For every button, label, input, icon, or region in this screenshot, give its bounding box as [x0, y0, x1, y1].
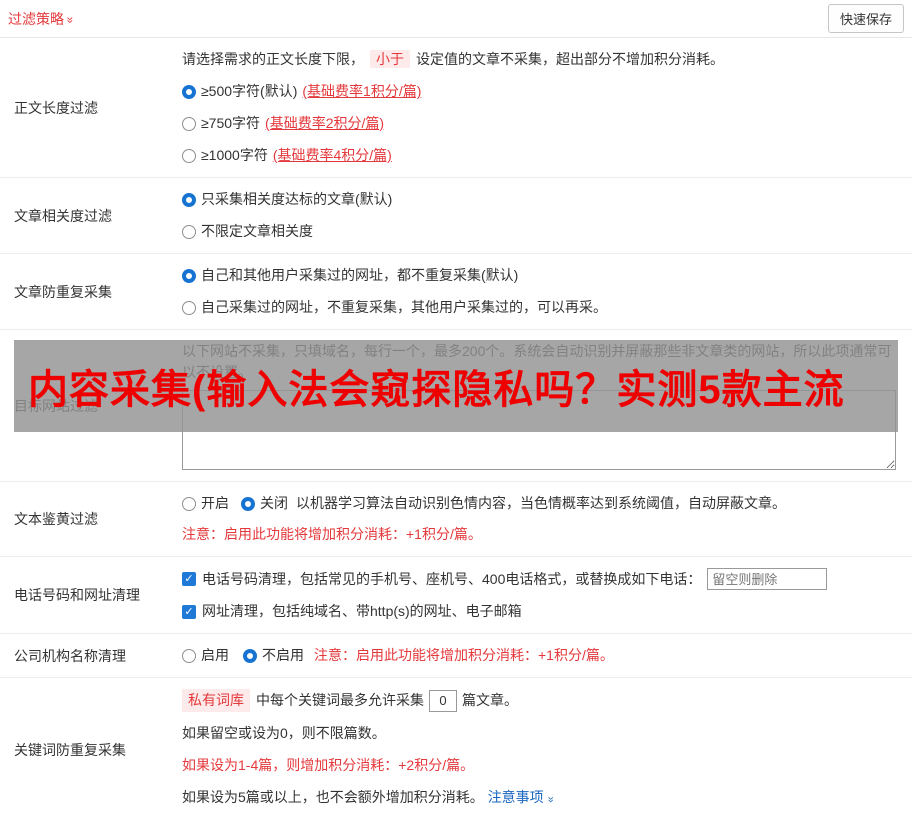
row-content: ✓ 电话号码清理，包括常见的手机号、座机号、400电话格式，或替换成如下电话： … [168, 557, 912, 633]
porn-filter-cost-note: 注意：启用此功能将增加积分消耗：+1积分/篇。 [182, 526, 482, 542]
radio-relevance-strict[interactable] [182, 192, 196, 207]
radio-1000-chars[interactable] [182, 148, 196, 163]
length-option-1000[interactable]: ≥1000字符 (基础费率4积分/篇) [182, 145, 896, 166]
row-label: 正文长度过滤 [14, 99, 98, 116]
radio-dedupe-global[interactable] [182, 268, 196, 283]
notice-link[interactable]: 注意事项» [488, 789, 557, 805]
filter-strategy-page: 过滤策略» 快速保存 正文长度过滤 请选择需求的正文长度下限， 小于 设定值的文章不… [0, 0, 912, 821]
keyword-note-five: 如果设为5篇或以上，也不会额外增加积分消耗。 注意事项» [182, 787, 896, 810]
radio-relevance-any[interactable] [182, 224, 196, 239]
quick-save-button[interactable]: 快速保存 [827, 4, 904, 33]
relevance-option-strict[interactable]: 只采集相关度达标的文章(默认) [182, 189, 896, 210]
option-label: 网址清理，包括纯域名、带http(s)的网址、电子邮箱 [202, 603, 522, 619]
keyword-note-cost: 如果设为1-4篇，则增加积分消耗：+2积分/篇。 [182, 757, 475, 773]
page-title-text: 过滤策略 [8, 10, 64, 27]
row-label: 文本鉴黄过滤 [14, 511, 98, 527]
option-label[interactable]: 关闭 [260, 493, 288, 514]
dedupe-option-self[interactable]: 自己采集过的网址，不重复采集，其他用户采集过的，可以再采。 [182, 297, 896, 318]
option-label: 自己和其他用户采集过的网址，都不重复采集(默认) [201, 267, 519, 283]
row-content: 请选择需求的正文长度下限， 小于 设定值的文章不采集，超出部分不增加积分消耗。 ≥5… [168, 38, 912, 177]
row-body-length-filter: 正文长度过滤 请选择需求的正文长度下限， 小于 设定值的文章不采集，超出部分不增加积… [0, 38, 912, 178]
row-dedupe-collection: 文章防重复采集 自己和其他用户采集过的网址，都不重复采集(默认) 自己采集过的网… [0, 254, 912, 330]
option-label[interactable]: 不启用 [262, 645, 304, 666]
radio-750-chars[interactable] [182, 116, 196, 131]
option-label: 自己采集过的网址，不重复采集，其他用户采集过的，可以再采。 [201, 299, 607, 315]
row-label: 电话号码和网址清理 [14, 587, 140, 603]
option-label: 只采集相关度达标的文章(默认) [201, 191, 393, 207]
url-cleanup-option: ✓ 网址清理，包括纯域名、带http(s)的网址、电子邮箱 [182, 601, 896, 622]
row-phone-url-cleanup: 电话号码和网址清理 ✓ 电话号码清理，包括常见的手机号、座机号、400电话格式，… [0, 557, 912, 634]
row-porn-filter: 文本鉴黄过滤 开启 关闭 以机器学习算法自动识别色情内容，当色情概率达到系统阈值… [0, 482, 912, 557]
keyword-note-zero: 如果留空或设为0，则不限篇数。 [182, 725, 386, 741]
row-keyword-dedupe: 关键词防重复采集 私有词库 中每个关键词最多允许采集 篇文章。 如果留空或设为0… [0, 678, 912, 821]
option-label: ≥500字符(默认) [201, 83, 298, 99]
radio-dedupe-self[interactable] [182, 300, 196, 315]
option-fee: (基础费率4积分/篇) [272, 147, 392, 163]
page-title[interactable]: 过滤策略» [8, 9, 78, 29]
body-length-description: 请选择需求的正文长度下限， 小于 设定值的文章不采集，超出部分不增加积分消耗。 [182, 50, 724, 68]
radio-company-disable[interactable] [243, 648, 257, 663]
row-content: 开启 关闭 以机器学习算法自动识别色情内容，当色情概率达到系统阈值，自动屏蔽文章… [168, 482, 912, 556]
option-fee: (基础费率2积分/篇) [265, 115, 385, 131]
option-label: 电话号码清理，包括常见的手机号、座机号、400电话格式，或替换成如下电话： [202, 570, 702, 587]
row-label: 公司机构名称清理 [14, 647, 126, 664]
option-label: 不限定文章相关度 [201, 223, 313, 239]
porn-filter-description: 以机器学习算法自动识别色情内容，当色情概率达到系统阈值，自动屏蔽文章。 [296, 495, 786, 511]
chevron-down-icon: » [544, 796, 557, 803]
radio-porn-on[interactable] [182, 496, 196, 511]
chevron-down-icon: » [63, 16, 78, 23]
relevance-option-any[interactable]: 不限定文章相关度 [182, 221, 896, 242]
row-label: 文章相关度过滤 [14, 207, 112, 224]
row-content: 只采集相关度达标的文章(默认) 不限定文章相关度 [168, 178, 912, 253]
row-label: 文章防重复采集 [14, 283, 112, 300]
row-content: 私有词库 中每个关键词最多允许采集 篇文章。 如果留空或设为0，则不限篇数。 如… [168, 678, 912, 821]
option-label[interactable]: 启用 [201, 645, 229, 666]
less-than-highlight: 小于 [370, 50, 410, 68]
keyword-count-input[interactable] [429, 689, 457, 712]
checkbox-phone-cleanup[interactable]: ✓ [182, 572, 196, 586]
company-cleanup-options: 启用 不启用 注意：启用此功能将增加积分消耗：+1积分/篇。 [182, 645, 896, 666]
option-label: ≥1000字符 [201, 147, 268, 163]
checkbox-url-cleanup[interactable]: ✓ [182, 604, 196, 619]
option-fee: (基础费率1积分/篇) [302, 83, 422, 99]
length-option-500[interactable]: ≥500字符(默认) (基础费率1积分/篇) [182, 81, 896, 102]
row-content: 自己和其他用户采集过的网址，都不重复采集(默认) 自己采集过的网址，不重复采集，… [168, 254, 912, 329]
option-label: ≥750字符 [201, 115, 261, 131]
radio-company-enable[interactable] [182, 648, 196, 663]
porn-filter-options: 开启 关闭 以机器学习算法自动识别色情内容，当色情概率达到系统阈值，自动屏蔽文章… [182, 493, 896, 514]
top-bar: 过滤策略» 快速保存 [0, 0, 912, 38]
radio-porn-off[interactable] [241, 496, 255, 511]
replacement-phone-input[interactable] [707, 568, 828, 590]
watermark-overlay: 内容采集(输入法会窥探隐私吗？实测5款主流 [14, 340, 898, 432]
phone-cleanup-option: ✓ 电话号码清理，包括常见的手机号、座机号、400电话格式，或替换成如下电话： [182, 568, 896, 590]
company-cost-note: 注意：启用此功能将增加积分消耗：+1积分/篇。 [314, 647, 614, 663]
watermark-text: 内容采集(输入法会窥探隐私吗？实测5款主流 [28, 368, 845, 412]
row-company-name-cleanup: 公司机构名称清理 启用 不启用 注意：启用此功能将增加积分消耗：+1积分/篇。 [0, 634, 912, 678]
length-option-750[interactable]: ≥750字符 (基础费率2积分/篇) [182, 113, 896, 134]
dedupe-option-global[interactable]: 自己和其他用户采集过的网址，都不重复采集(默认) [182, 265, 896, 286]
radio-500-chars[interactable] [182, 84, 196, 99]
row-relevance-filter: 文章相关度过滤 只采集相关度达标的文章(默认) 不限定文章相关度 [0, 178, 912, 254]
private-lexicon-link[interactable]: 私有词库 [182, 689, 250, 712]
row-content: 启用 不启用 注意：启用此功能将增加积分消耗：+1积分/篇。 [168, 634, 912, 677]
keyword-limit-line: 私有词库 中每个关键词最多允许采集 篇文章。 [182, 689, 896, 712]
option-label[interactable]: 开启 [201, 493, 229, 514]
row-label: 关键词防重复采集 [14, 741, 126, 758]
